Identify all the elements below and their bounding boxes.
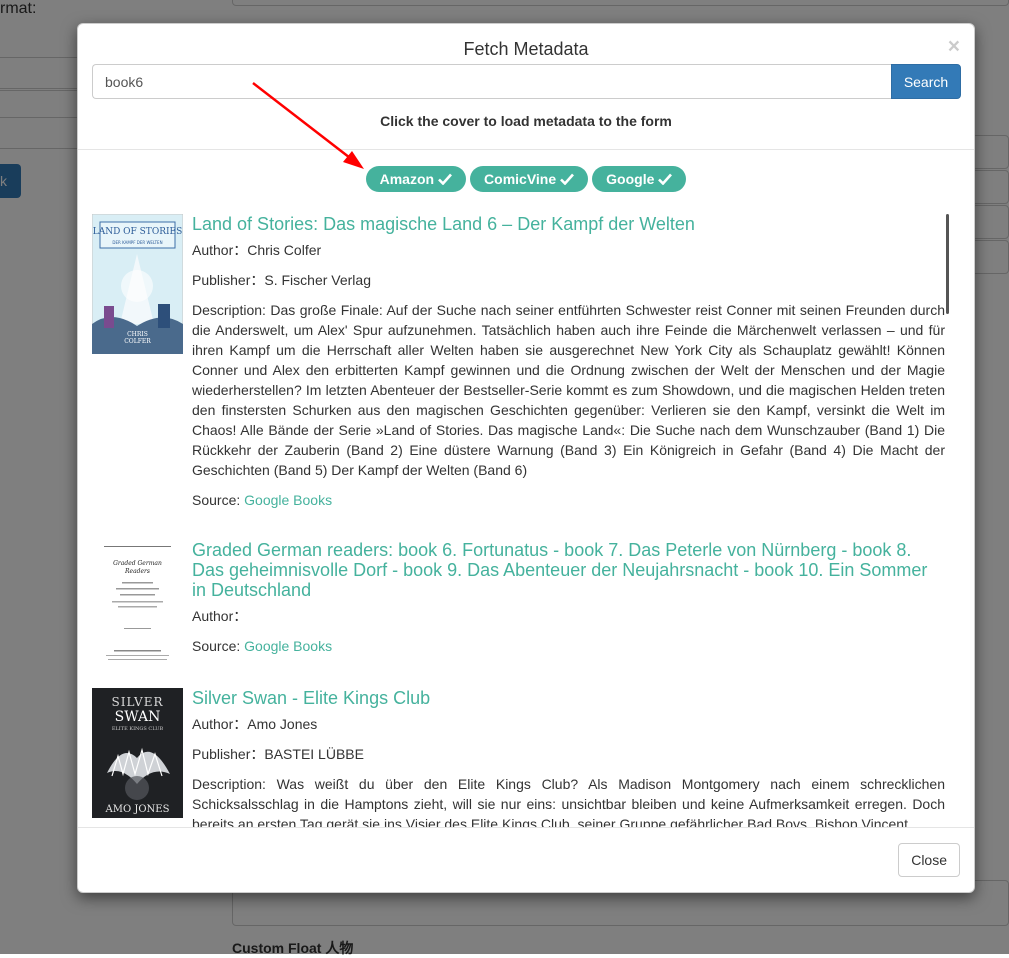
cover-text: Readers <box>124 568 150 575</box>
metadata-sources: Amazon ComicVine Google <box>78 166 974 194</box>
check-icon <box>438 173 453 185</box>
source-line: Source: Google Books <box>192 490 945 510</box>
result-item: LAND OF STORIES DER KAMPF DER WELTEN CHR… <box>92 214 961 520</box>
author-label: Author： <box>192 608 248 624</box>
source-line: Source: Google Books <box>192 636 945 656</box>
result-details: Silver Swan - Elite Kings Club Author：Am… <box>192 688 945 828</box>
modal-footer: Close <box>78 827 974 892</box>
cover-text: SILVER <box>112 695 164 709</box>
author-line: Author：Amo Jones <box>192 714 945 734</box>
cover-text: SWAN <box>115 709 161 725</box>
cover-text: COLFER <box>124 338 151 345</box>
publisher-value: S. Fischer Verlag <box>264 272 371 288</box>
author-label: Author： <box>192 716 248 732</box>
author-line: Author：Chris Colfer <box>192 240 945 260</box>
publisher-line: Publisher：S. Fischer Verlag <box>192 270 945 290</box>
source-label: Source: <box>192 492 241 508</box>
results-list[interactable]: LAND OF STORIES DER KAMPF DER WELTEN CHR… <box>92 214 961 828</box>
book-cover-image[interactable]: SILVER SWAN ELITE KINGS CLUB AMO JONES <box>92 688 183 818</box>
book-cover-image[interactable]: LAND OF STORIES DER KAMPF DER WELTEN CHR… <box>92 214 183 354</box>
result-item: SILVER SWAN ELITE KINGS CLUB AMO JONES S… <box>92 688 961 828</box>
cover-text: DER KAMPF DER WELTEN <box>112 240 162 245</box>
author-value: Chris Colfer <box>247 242 322 258</box>
check-icon <box>560 173 575 185</box>
result-details: Graded German readers: book 6. Fortunatu… <box>192 540 945 668</box>
source-label: Amazon <box>379 171 435 187</box>
source-link[interactable]: Google Books <box>244 638 332 654</box>
source-label: ComicVine <box>484 171 557 187</box>
results-scrollbar[interactable] <box>946 214 949 314</box>
book-cover-image[interactable]: Graded German Readers <box>92 540 183 668</box>
modal-header: Fetch Metadata × Search Click the cover … <box>78 24 974 150</box>
result-title[interactable]: Land of Stories: Das magische Land 6 – D… <box>192 214 945 234</box>
description: Description: Das große Finale: Auf der S… <box>192 302 945 478</box>
cover-hint: Click the cover to load metadata to the … <box>380 113 672 129</box>
publisher-label: Publisher： <box>192 272 265 288</box>
publisher-value: BASTEI LÜBBE <box>264 746 364 762</box>
search-input[interactable] <box>92 64 891 99</box>
modal-title: Fetch Metadata <box>463 39 589 59</box>
source-amazon-toggle[interactable]: Amazon <box>365 166 467 192</box>
close-button[interactable]: Close <box>898 843 960 877</box>
cover-text: AMO JONES <box>105 804 170 815</box>
result-item: Graded German Readers Graded German read… <box>92 540 961 668</box>
search-button[interactable]: Search <box>891 64 961 99</box>
source-label: Google <box>606 171 655 187</box>
publisher-label: Publisher： <box>192 746 265 762</box>
cover-text: CHRIS <box>127 331 148 338</box>
search-row: Search <box>92 64 961 99</box>
source-comicvine-toggle[interactable]: ComicVine <box>470 166 589 192</box>
publisher-line: Publisher：BASTEI LÜBBE <box>192 744 945 764</box>
check-icon <box>658 173 673 185</box>
cover-text: ELITE KINGS CLUB <box>112 726 164 732</box>
source-google-toggle[interactable]: Google <box>592 166 687 192</box>
cover-text: Graded German <box>113 560 162 567</box>
cover-text: LAND OF STORIES <box>93 227 183 237</box>
result-details: Land of Stories: Das magische Land 6 – D… <box>192 214 945 520</box>
author-value: Amo Jones <box>247 716 318 732</box>
result-title[interactable]: Silver Swan - Elite Kings Club <box>192 688 945 708</box>
description: Description: Was weißt du über den Elite… <box>192 776 945 828</box>
fetch-metadata-modal: Fetch Metadata × Search Click the cover … <box>77 23 975 893</box>
close-icon[interactable]: × <box>948 36 960 57</box>
source-label: Source: <box>192 638 241 654</box>
result-title[interactable]: Graded German readers: book 6. Fortunatu… <box>192 540 945 600</box>
author-label: Author： <box>192 242 248 258</box>
author-line: Author： <box>192 606 945 626</box>
source-link[interactable]: Google Books <box>244 492 332 508</box>
